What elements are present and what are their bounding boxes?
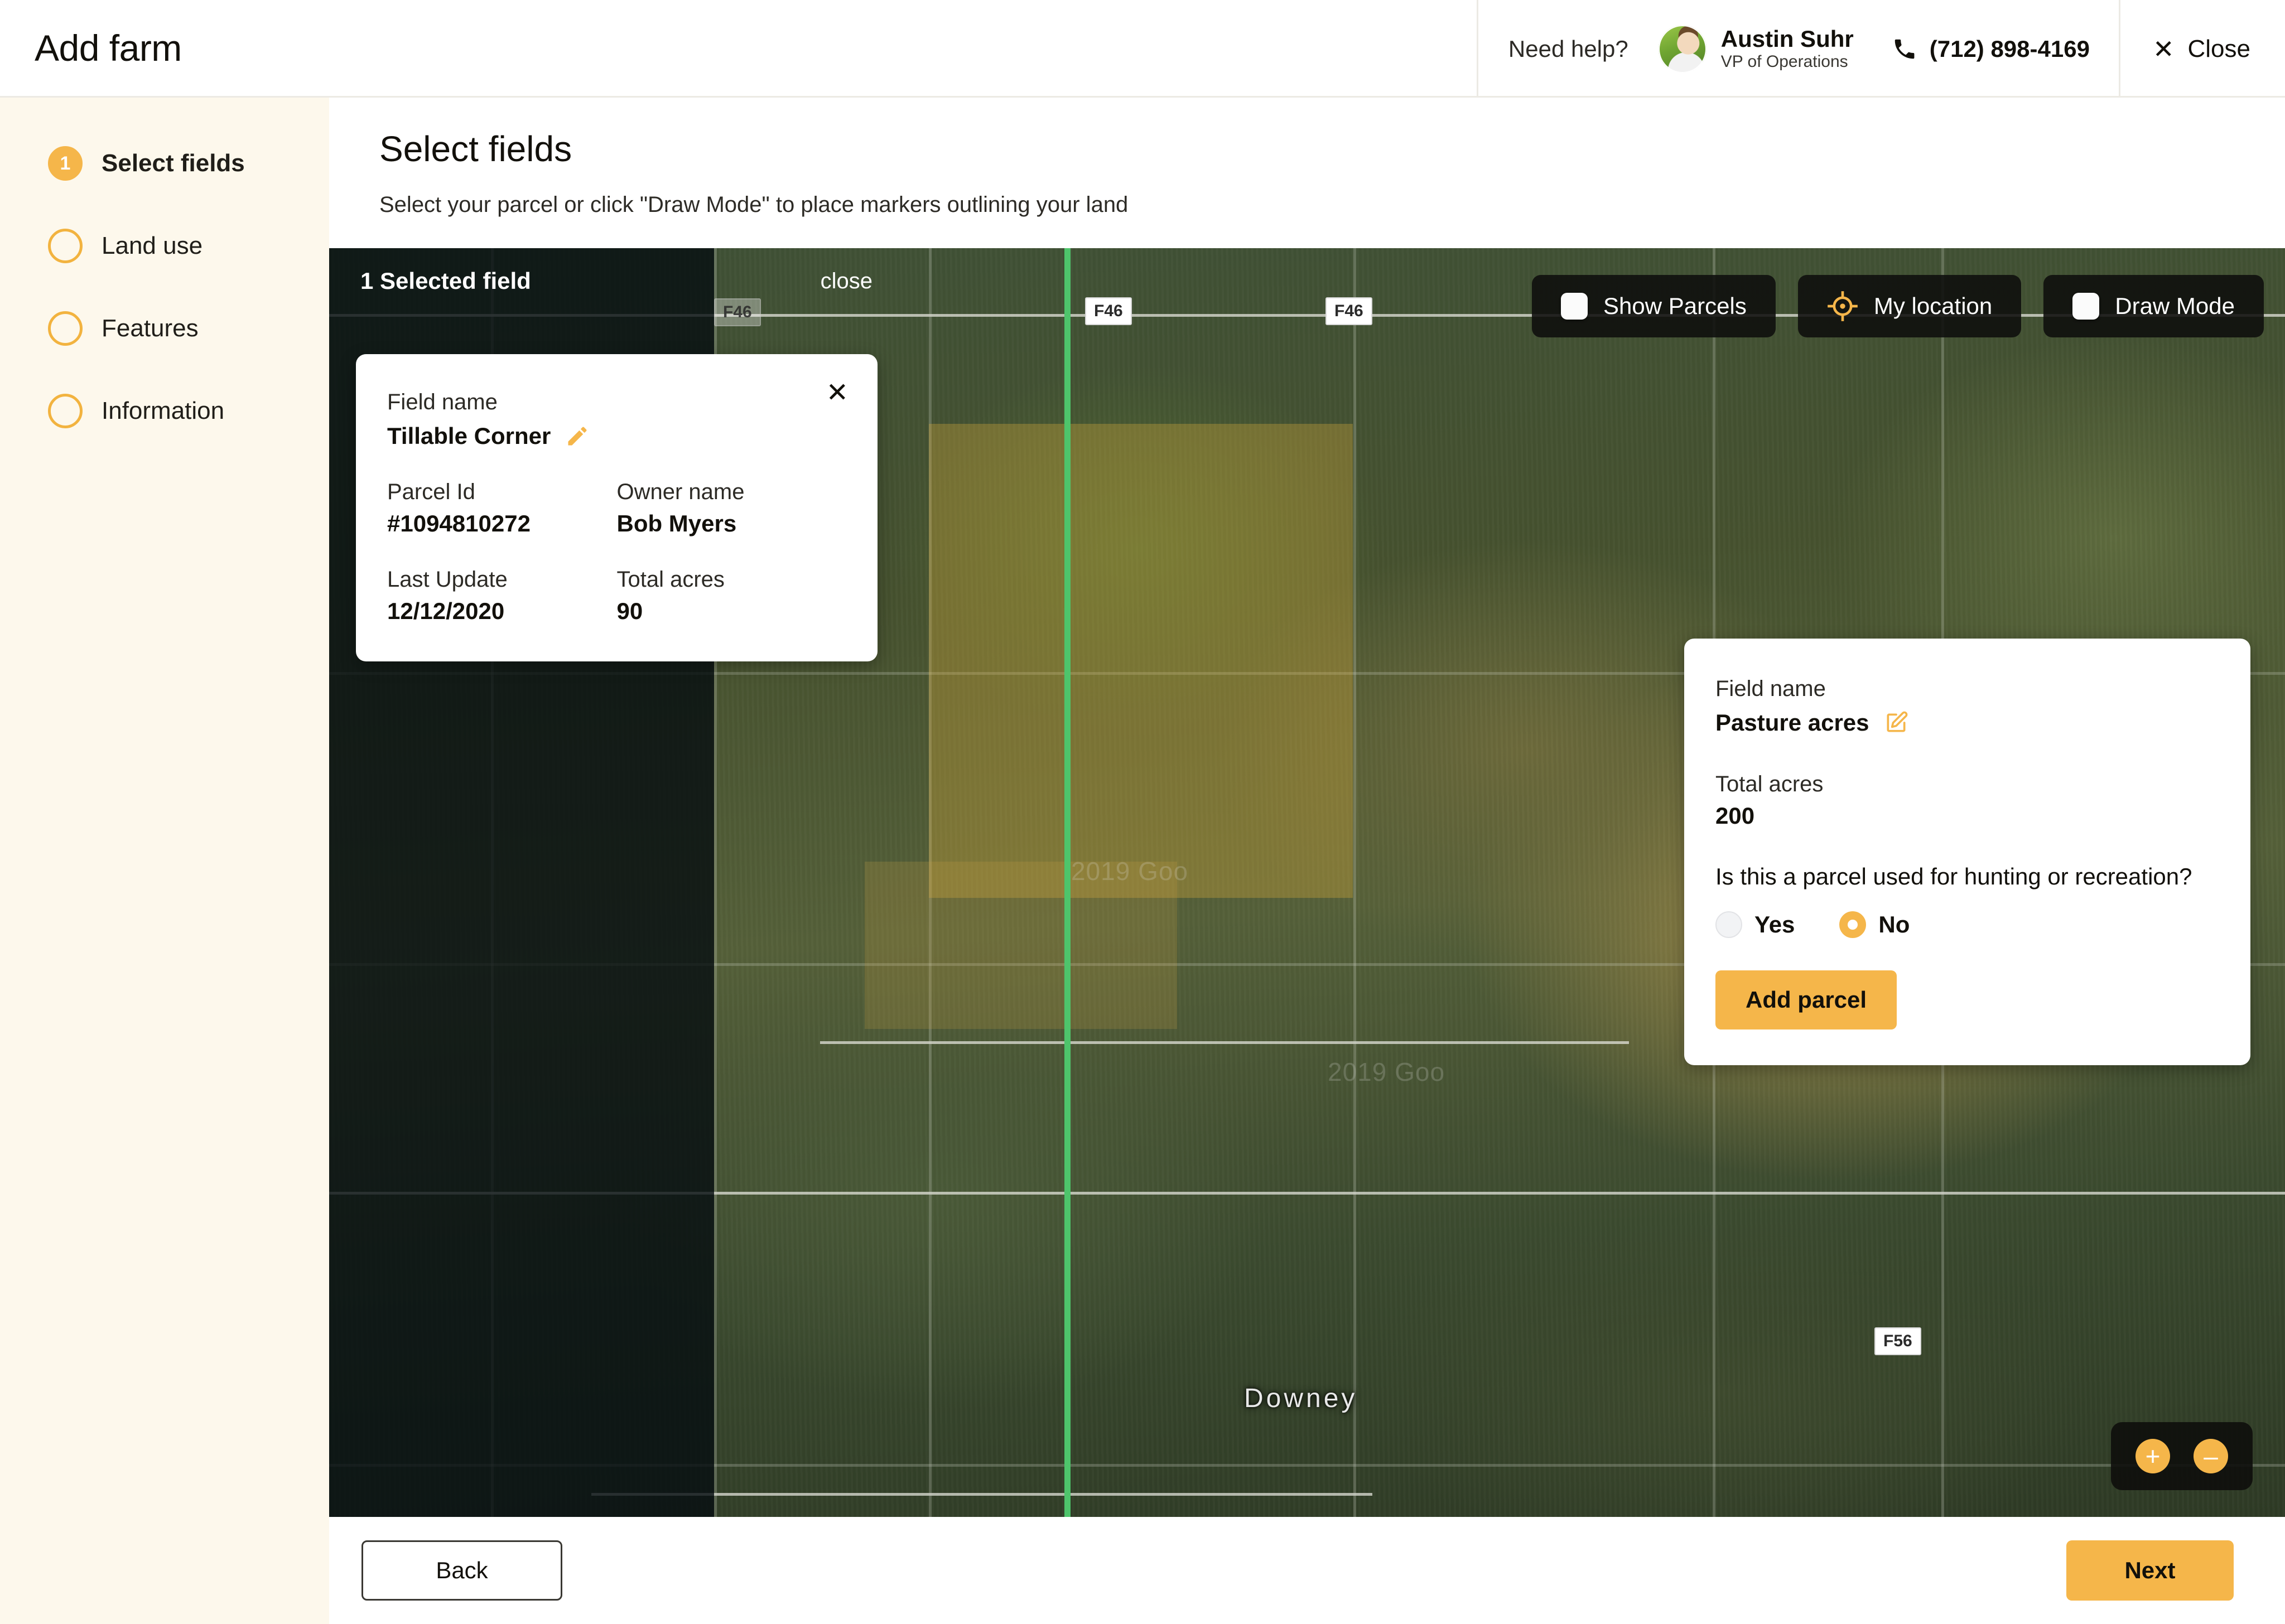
map-place-label-downey: Downey <box>1244 1384 1358 1413</box>
selected-parcel-boundary <box>1064 248 1071 1517</box>
crosshair-icon <box>1827 291 1858 321</box>
draw-mode-label: Draw Mode <box>2115 293 2235 319</box>
phone-number: (712) 898-4169 <box>1929 35 2090 62</box>
field-name-row: Tillable Corner <box>387 420 846 452</box>
parcel-id-value: #1094810272 <box>387 510 531 536</box>
app-header: Add farm Need help? Austin Suhr VP of Op… <box>0 0 2285 98</box>
edit-square-icon[interactable] <box>1884 710 1908 735</box>
field-name-row: Pasture acres <box>1715 707 2219 738</box>
field-name-label: Field name <box>1715 676 1826 701</box>
my-location-label: My location <box>1873 293 1993 319</box>
total-acres-label: Total acres <box>616 567 725 592</box>
draw-mode-toggle[interactable]: Draw Mode <box>2043 275 2264 337</box>
parcel-highlight <box>929 424 1353 898</box>
my-location-button[interactable]: My location <box>1797 275 2022 337</box>
add-parcel-button[interactable]: Add parcel <box>1715 970 1897 1030</box>
selected-strip-close-button[interactable]: close <box>821 269 872 294</box>
selected-field-strip: 1 Selected field close <box>329 248 898 314</box>
section-subtitle: Select your parcel or click "Draw Mode" … <box>379 192 1129 217</box>
field-name-value: Pasture acres <box>1715 709 1869 736</box>
owner-name-value: Bob Myers <box>616 510 737 536</box>
need-help-label: Need help? <box>1508 35 1628 62</box>
parcel-meta-row-1: Parcel Id #1094810272 Owner name Bob Mye… <box>387 476 846 539</box>
zoom-out-button[interactable]: – <box>2194 1439 2228 1473</box>
sidebar-item-label: Select fields <box>102 149 245 177</box>
wizard-footer: Back Next <box>329 1517 2285 1624</box>
step-number-badge <box>48 394 83 428</box>
close-icon[interactable]: ✕ <box>826 380 849 407</box>
back-button[interactable]: Back <box>361 1540 562 1601</box>
sidebar-item-label: Land use <box>102 232 203 259</box>
radio-option-no[interactable]: No <box>1839 911 1910 938</box>
hunting-question-label: Is this a parcel used for hunting or rec… <box>1715 863 2192 890</box>
wizard-sidebar: 1 Select fields Land use Features Inform… <box>0 98 329 1624</box>
checkbox-icon[interactable] <box>1561 293 1588 320</box>
radio-icon-yes[interactable] <box>1715 911 1742 938</box>
show-parcels-label: Show Parcels <box>1603 293 1747 319</box>
road-label-f46-east: F46 <box>1325 297 1372 325</box>
sidebar-item-select-fields[interactable]: 1 Select fields <box>0 137 329 190</box>
next-button[interactable]: Next <box>2066 1540 2234 1601</box>
section-title: Select fields <box>379 129 572 169</box>
zoom-in-button[interactable]: + <box>2135 1439 2170 1473</box>
phone-link[interactable]: (712) 898-4169 <box>1863 36 2119 62</box>
sidebar-item-land-use[interactable]: Land use <box>0 219 329 273</box>
map-watermark: 2019 Goo <box>1328 1057 1445 1086</box>
hunting-radio-group: Yes No <box>1715 911 2219 938</box>
total-acres-value: 90 <box>616 597 643 624</box>
selected-field-count: 1 Selected field <box>360 268 531 294</box>
phone-icon <box>1894 39 1915 59</box>
support-agent: Austin Suhr VP of Operations <box>1658 25 1863 73</box>
road-label-f56: F56 <box>1874 1327 1921 1355</box>
parcel-id-label: Parcel Id <box>387 480 475 505</box>
radio-option-yes[interactable]: Yes <box>1715 911 1795 938</box>
agent-name: Austin Suhr <box>1720 25 1854 52</box>
close-icon: ✕ <box>2152 34 2175 64</box>
step-number-badge: 1 <box>48 146 83 181</box>
radio-label-yes: Yes <box>1754 911 1795 937</box>
owner-name-label: Owner name <box>616 480 745 505</box>
close-button-label: Close <box>2187 35 2251 62</box>
radio-icon-no[interactable] <box>1839 911 1867 938</box>
map-zoom-controls: + – <box>2111 1422 2253 1490</box>
last-update-value: 12/12/2020 <box>387 597 505 624</box>
agent-role: VP of Operations <box>1720 52 1848 71</box>
main-content: Select fields Select your parcel or clic… <box>329 98 2285 1624</box>
sidebar-item-label: Information <box>102 397 225 424</box>
add-parcel-card: Field name Pasture acres Total acres 200… <box>1684 639 2250 1065</box>
map-toolbar: Show Parcels My location Draw Mode <box>1532 275 2264 337</box>
show-parcels-toggle[interactable]: Show Parcels <box>1532 275 1776 337</box>
field-name-value: Tillable Corner <box>387 422 551 449</box>
page-title: Add farm <box>35 27 182 69</box>
close-button[interactable]: ✕ Close <box>2120 35 2285 63</box>
parcel-highlight-secondary <box>865 862 1177 1029</box>
field-name-label: Field name <box>387 390 498 414</box>
checkbox-icon[interactable] <box>2072 293 2100 320</box>
parcel-meta-row-2: Last Update 12/12/2020 Total acres 90 <box>387 564 846 627</box>
avatar <box>1658 25 1706 73</box>
radio-label-no: No <box>1878 911 1910 937</box>
step-number-badge <box>48 311 83 346</box>
pencil-icon[interactable] <box>565 424 590 448</box>
header-right-group: Need help? Austin Suhr VP of Operations … <box>1476 0 2285 98</box>
road-label-f46-mid: F46 <box>1085 297 1132 325</box>
total-acres-label: Total acres <box>1715 772 1824 797</box>
last-update-label: Last Update <box>387 567 508 592</box>
total-acres-value: 200 <box>1715 802 1755 829</box>
sidebar-item-information[interactable]: Information <box>0 384 329 438</box>
map-canvas[interactable]: 2019 Goo 2019 Goo F46 F46 F46 F56 Downey… <box>329 248 2285 1517</box>
map-watermark: 2019 Goo <box>1071 857 1189 886</box>
step-number-badge <box>48 229 83 263</box>
sidebar-item-features[interactable]: Features <box>0 302 329 355</box>
selected-field-card: ✕ Field name Tillable Corner Parcel Id #… <box>356 354 878 662</box>
sidebar-item-label: Features <box>102 315 199 342</box>
